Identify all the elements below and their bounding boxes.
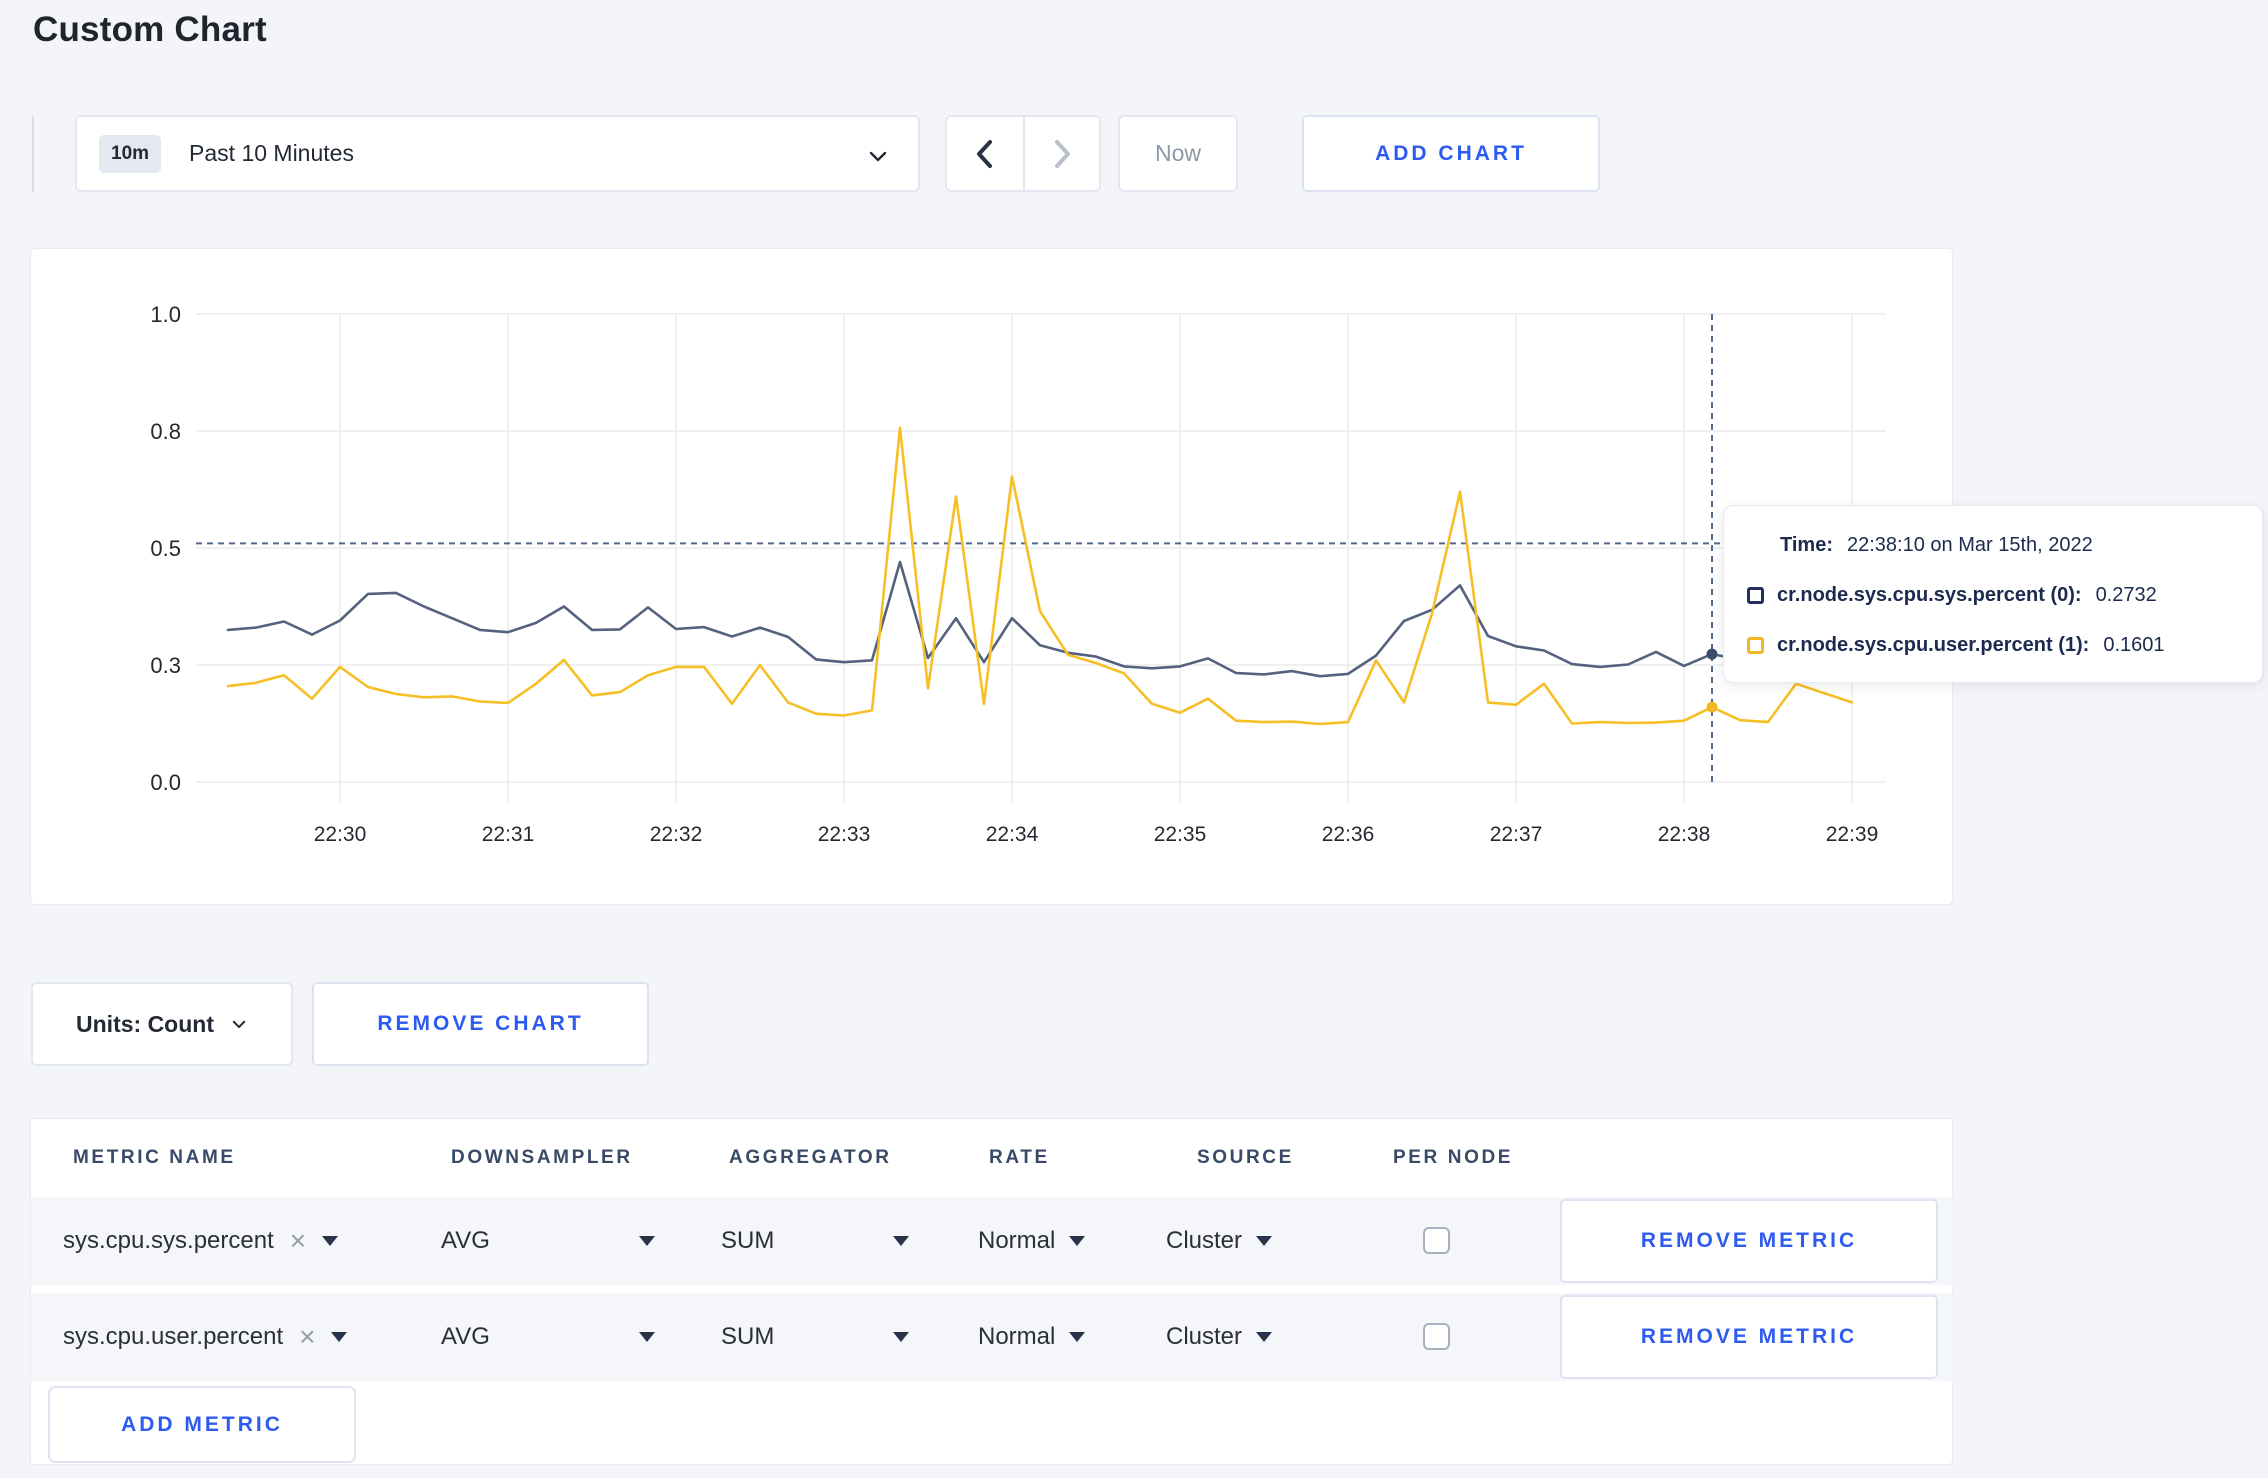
next-time-button[interactable] bbox=[1023, 117, 1099, 190]
y-tick-label: 0.3 bbox=[150, 653, 181, 678]
x-tick-label: 22:37 bbox=[1490, 823, 1543, 846]
y-tick-label: 0.0 bbox=[150, 770, 181, 795]
tooltip-time-label: Time: bbox=[1780, 534, 1833, 556]
sys-series-swatch-icon bbox=[1747, 587, 1764, 604]
x-tick-label: 22:34 bbox=[986, 823, 1039, 846]
y-tick-label: 0.5 bbox=[150, 536, 181, 561]
downsampler-caret-icon[interactable] bbox=[639, 1236, 655, 1246]
rate-select[interactable]: Normal bbox=[978, 1227, 1055, 1255]
downsampler-caret-icon[interactable] bbox=[639, 1332, 655, 1342]
now-button[interactable]: Now bbox=[1118, 115, 1238, 192]
header-aggregator: AGGREGATOR bbox=[729, 1147, 892, 1168]
metric-dropdown-caret-icon[interactable] bbox=[331, 1332, 348, 1342]
y-tick-label: 1.0 bbox=[150, 302, 181, 327]
clear-metric-icon[interactable]: × bbox=[290, 1227, 306, 1255]
aggregator-caret-icon[interactable] bbox=[893, 1236, 909, 1246]
page-title: Custom Chart bbox=[33, 10, 267, 49]
tooltip-user-value: 0.1601 bbox=[2103, 634, 2165, 656]
header-metric-name: METRIC NAME bbox=[73, 1147, 236, 1168]
downsampler-select[interactable]: AVG bbox=[441, 1323, 490, 1351]
toolbar-divider bbox=[32, 116, 34, 192]
x-tick-label: 22:36 bbox=[1322, 823, 1375, 846]
metric-dropdown-caret-icon[interactable] bbox=[322, 1236, 339, 1246]
source-select[interactable]: Cluster bbox=[1166, 1323, 1242, 1351]
aggregator-caret-icon[interactable] bbox=[893, 1332, 909, 1342]
tooltip-user-label: cr.node.sys.cpu.user.percent (1): bbox=[1777, 634, 2090, 656]
add-chart-button[interactable]: ADD CHART bbox=[1302, 115, 1600, 192]
x-tick-label: 22:33 bbox=[818, 823, 871, 846]
time-range-dropdown[interactable]: 10m Past 10 Minutes bbox=[75, 115, 920, 192]
chevron-down-icon bbox=[232, 1020, 246, 1028]
source-select[interactable]: Cluster bbox=[1166, 1227, 1242, 1255]
custom-chart-page: Custom Chart 10m Past 10 Minutes Now ADD… bbox=[0, 0, 2268, 1478]
add-metric-button[interactable]: ADD METRIC bbox=[48, 1386, 356, 1463]
series-line-sys bbox=[226, 560, 1854, 678]
user-series-swatch-icon bbox=[1747, 637, 1764, 654]
remove-metric-button[interactable]: REMOVE METRIC bbox=[1560, 1295, 1938, 1379]
units-label: Units: Count bbox=[76, 1010, 214, 1037]
cpu-usage-chart[interactable]: 22:30 22:31 22:32 22:33 22:34 22:35 22:36 22:37… bbox=[31, 249, 1954, 906]
source-caret-icon[interactable] bbox=[1256, 1236, 1273, 1246]
chart-tooltip: Time: 22:38:10 on Mar 15th, 2022 cr.node… bbox=[1723, 505, 2263, 683]
header-downsampler: DOWNSAMPLER bbox=[451, 1147, 633, 1168]
y-tick-label: 0.8 bbox=[150, 419, 181, 444]
clear-metric-icon[interactable]: × bbox=[299, 1323, 315, 1351]
crosshair-dot-sys bbox=[1706, 648, 1718, 660]
downsampler-select[interactable]: AVG bbox=[441, 1227, 490, 1255]
rate-select[interactable]: Normal bbox=[978, 1323, 1055, 1351]
chevron-right-icon bbox=[1055, 139, 1070, 168]
time-range-badge: 10m bbox=[99, 134, 162, 173]
units-dropdown[interactable]: Units: Count bbox=[31, 982, 293, 1066]
time-range-label: Past 10 Minutes bbox=[189, 140, 354, 166]
series-line-user bbox=[226, 426, 1854, 726]
x-tick-label: 22:39 bbox=[1826, 823, 1879, 846]
tooltip-time-value: 22:38:10 on Mar 15th, 2022 bbox=[1846, 534, 2093, 556]
x-tick-label: 22:38 bbox=[1658, 823, 1711, 846]
header-rate: RATE bbox=[989, 1147, 1050, 1168]
remove-chart-button[interactable]: REMOVE CHART bbox=[312, 982, 649, 1066]
x-tick-label: 22:30 bbox=[314, 823, 367, 846]
chevron-down-icon bbox=[866, 144, 890, 173]
crosshair-dot-user bbox=[1706, 701, 1718, 713]
tooltip-sys-value: 0.2732 bbox=[2095, 584, 2157, 606]
aggregator-select[interactable]: SUM bbox=[721, 1227, 774, 1255]
chart-card: 22:30 22:31 22:32 22:33 22:34 22:35 22:36 22:37… bbox=[30, 248, 2263, 906]
metric-name-value: sys.cpu.sys.percent bbox=[63, 1227, 274, 1254]
header-source: SOURCE bbox=[1197, 1147, 1294, 1168]
source-caret-icon[interactable] bbox=[1256, 1332, 1273, 1342]
aggregator-select[interactable]: SUM bbox=[721, 1323, 774, 1351]
per-node-checkbox[interactable] bbox=[1423, 1227, 1450, 1254]
time-pager bbox=[945, 115, 1101, 192]
metric-name-value: sys.cpu.user.percent bbox=[63, 1323, 284, 1350]
header-per-node: PER NODE bbox=[1393, 1147, 1514, 1168]
prev-time-button[interactable] bbox=[947, 117, 1023, 190]
per-node-checkbox[interactable] bbox=[1423, 1323, 1450, 1350]
tooltip-sys-label: cr.node.sys.cpu.sys.percent (0): bbox=[1777, 584, 2082, 606]
x-tick-label: 22:32 bbox=[650, 823, 703, 846]
x-tick-label: 22:35 bbox=[1154, 823, 1207, 846]
chevron-left-icon bbox=[977, 139, 992, 168]
x-tick-label: 22:31 bbox=[482, 823, 535, 846]
rate-caret-icon[interactable] bbox=[1069, 1236, 1086, 1246]
remove-metric-button[interactable]: REMOVE METRIC bbox=[1560, 1199, 1938, 1283]
rate-caret-icon[interactable] bbox=[1069, 1332, 1086, 1342]
